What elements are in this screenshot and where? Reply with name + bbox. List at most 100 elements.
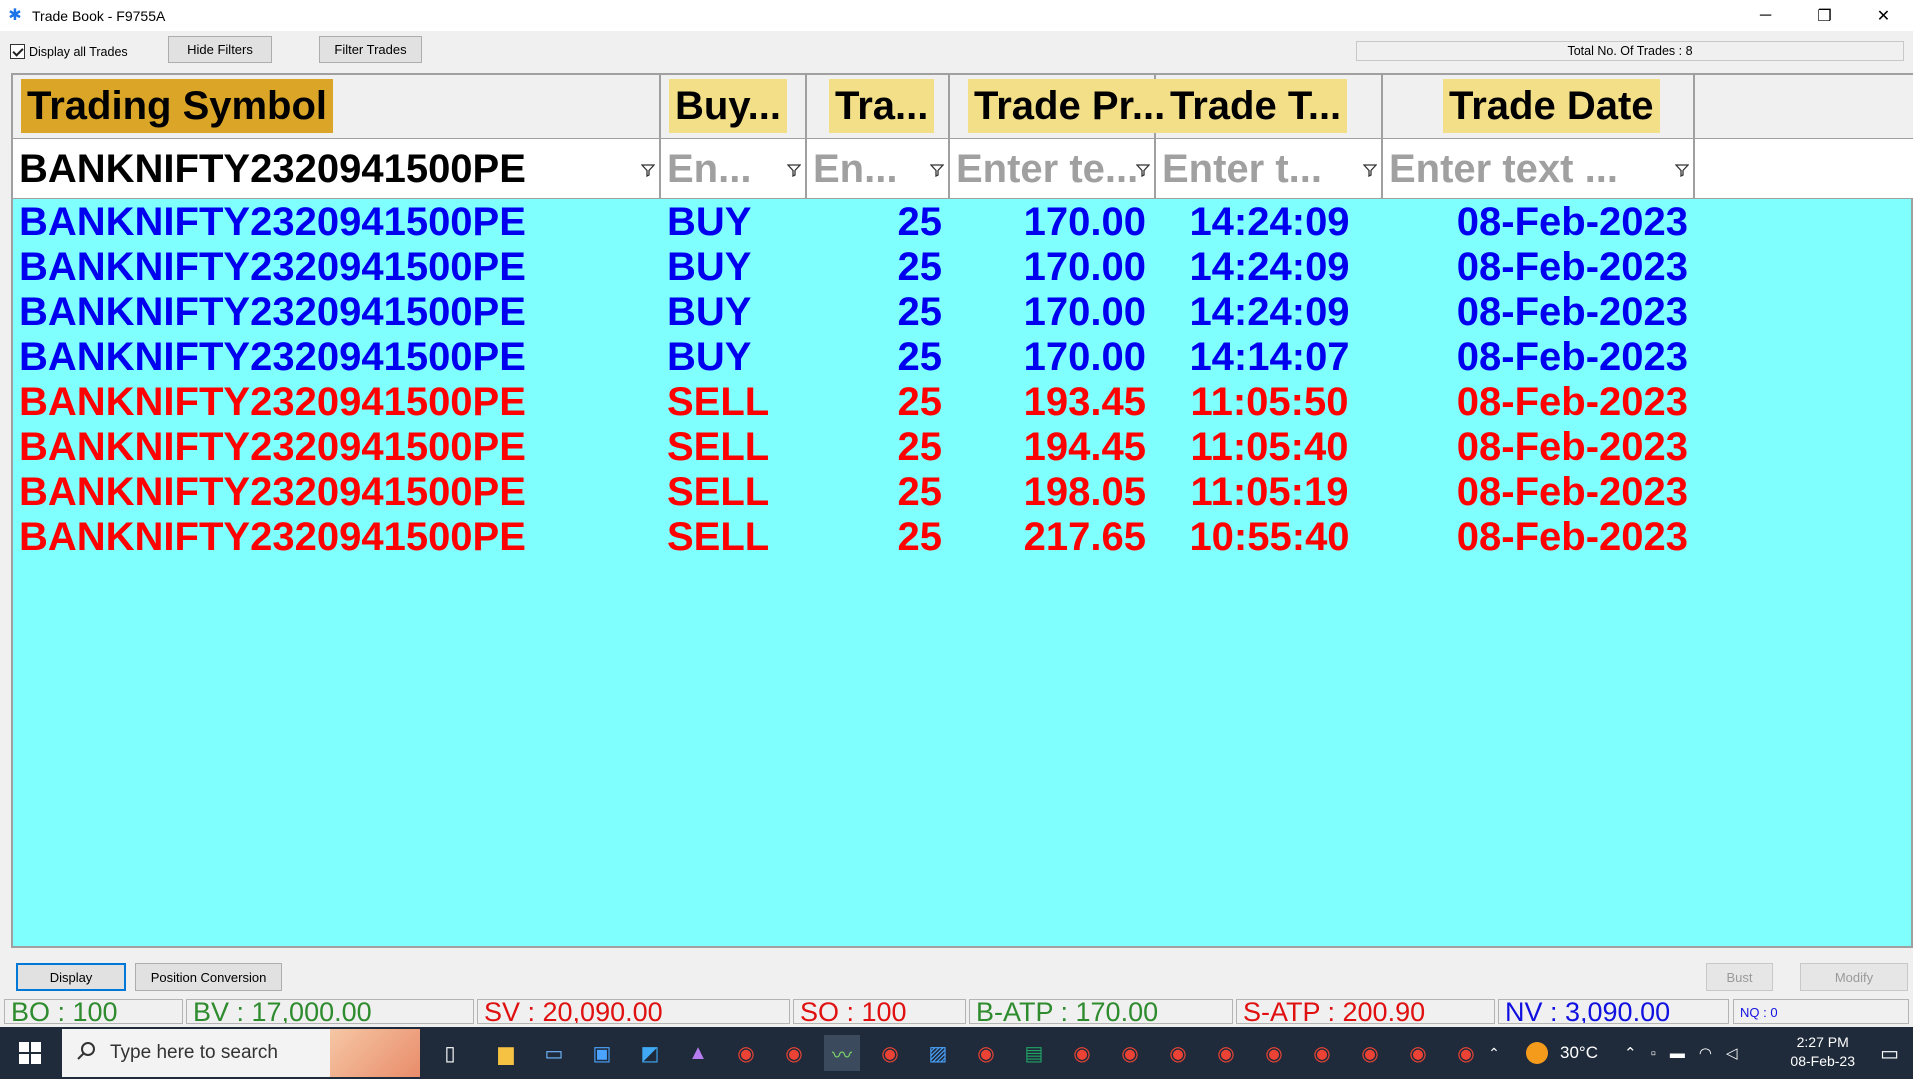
app-icon-laptop[interactable]: ▭ bbox=[536, 1035, 572, 1071]
minimize-button[interactable]: ─ bbox=[1736, 0, 1795, 31]
cell-qty: 25 bbox=[897, 290, 943, 334]
trading-app-icon[interactable]: 〰 bbox=[824, 1035, 860, 1071]
qty-filter-input[interactable]: En... bbox=[807, 139, 950, 198]
battery-icon[interactable]: ▬ bbox=[1670, 1045, 1685, 1062]
cell-symbol: BANKNIFTY2320941500PE bbox=[19, 470, 526, 514]
table-row[interactable]: BANKNIFTY2320941500PE SELL 25 217.65 10:55:4… bbox=[13, 515, 1913, 560]
column-header-trade-price[interactable]: Trade Pr... bbox=[950, 75, 1172, 139]
symbol-filter-input[interactable]: BANKNIFTY2320941500PE bbox=[13, 139, 661, 198]
display-button[interactable]: Display bbox=[16, 963, 126, 991]
column-header-trading-symbol[interactable]: Trading Symbol bbox=[13, 75, 661, 139]
filter-icon[interactable] bbox=[1362, 163, 1378, 178]
filter-icon[interactable] bbox=[1674, 163, 1690, 178]
cell-qty: 25 bbox=[897, 200, 943, 244]
cell-date: 08-Feb-2023 bbox=[1456, 200, 1688, 244]
volume-icon[interactable]: ◁ bbox=[1726, 1044, 1738, 1062]
file-explorer-icon[interactable]: ▆ bbox=[488, 1035, 524, 1071]
photos-icon[interactable]: ▨ bbox=[920, 1035, 956, 1071]
cell-price: 170.00 bbox=[1023, 200, 1146, 244]
column-header-trade-qty[interactable]: Tra... bbox=[807, 75, 950, 139]
table-row[interactable]: BANKNIFTY2320941500PE SELL 25 198.05 11:05:1… bbox=[13, 470, 1913, 515]
table-row[interactable]: BANKNIFTY2320941500PE SELL 25 193.45 11:05:5… bbox=[13, 380, 1913, 425]
filter-icon[interactable] bbox=[929, 163, 945, 178]
chrome-icon[interactable]: ◉ bbox=[1304, 1035, 1340, 1071]
chrome-icon[interactable]: ◉ bbox=[1208, 1035, 1244, 1071]
bust-button[interactable]: Bust bbox=[1706, 963, 1773, 991]
cell-time: 10:55:40 bbox=[1189, 515, 1350, 559]
taskbar-scroll-icon[interactable]: ⌃ bbox=[1476, 1035, 1512, 1071]
position-conversion-button[interactable]: Position Conversion bbox=[135, 963, 282, 991]
chrome-icon[interactable]: ◉ bbox=[728, 1035, 764, 1071]
symbol-filter-value: BANKNIFTY2320941500PE bbox=[19, 147, 526, 191]
app-icon-triangle[interactable]: ▲ bbox=[680, 1035, 716, 1071]
search-icon bbox=[76, 1041, 96, 1066]
column-header-label: Buy... bbox=[669, 79, 787, 133]
column-header-trade-time[interactable]: Trade T... bbox=[1156, 75, 1383, 139]
close-button[interactable]: ✕ bbox=[1854, 0, 1913, 31]
cell-qty: 25 bbox=[897, 425, 943, 469]
weather-widget[interactable]: 30°C bbox=[1526, 1027, 1598, 1079]
display-all-trades-label: Display all Trades bbox=[29, 44, 128, 59]
chrome-icon[interactable]: ◉ bbox=[1160, 1035, 1196, 1071]
cell-date: 08-Feb-2023 bbox=[1456, 335, 1688, 379]
cell-side: SELL bbox=[667, 380, 770, 424]
notification-icon[interactable]: ▭ bbox=[1880, 1027, 1899, 1079]
chrome-icon[interactable]: ◉ bbox=[968, 1035, 1004, 1071]
chrome-icon[interactable]: ◉ bbox=[776, 1035, 812, 1071]
chrome-icon[interactable]: ◉ bbox=[1256, 1035, 1292, 1071]
time-filter-input[interactable]: Enter t... bbox=[1156, 139, 1383, 198]
chrome-icon[interactable]: ◉ bbox=[1064, 1035, 1100, 1071]
table-row[interactable]: BANKNIFTY2320941500PE BUY 25 170.00 14:24:09… bbox=[13, 200, 1913, 245]
date-filter-placeholder: Enter text ... bbox=[1389, 147, 1618, 191]
chrome-icon[interactable]: ◉ bbox=[1112, 1035, 1148, 1071]
table-row[interactable]: BANKNIFTY2320941500PE SELL 25 194.45 11:05:4… bbox=[13, 425, 1913, 470]
meet-now-icon[interactable]: ▫ bbox=[1651, 1045, 1656, 1062]
cell-symbol: BANKNIFTY2320941500PE bbox=[19, 515, 526, 559]
cell-price: 170.00 bbox=[1023, 335, 1146, 379]
table-row[interactable]: BANKNIFTY2320941500PE BUY 25 170.00 14:24:09… bbox=[13, 290, 1913, 335]
modify-button[interactable]: Modify bbox=[1800, 963, 1908, 991]
hide-filters-button[interactable]: Hide Filters bbox=[168, 36, 272, 63]
filter-icon[interactable] bbox=[640, 163, 656, 178]
title-bar: ✱ Trade Book - F9755A ─ ❐ ✕ bbox=[0, 0, 1913, 31]
chevron-up-icon[interactable]: ⌃ bbox=[1624, 1044, 1637, 1062]
price-filter-input[interactable]: Enter te... bbox=[950, 139, 1156, 198]
column-header-buy-sell[interactable]: Buy... bbox=[661, 75, 807, 139]
clock[interactable]: 2:27 PM 08-Feb-23 bbox=[1790, 1033, 1855, 1071]
chrome-icon[interactable]: ◉ bbox=[872, 1035, 908, 1071]
cell-qty: 25 bbox=[897, 380, 943, 424]
filter-icon[interactable] bbox=[786, 163, 802, 178]
chrome-icon[interactable]: ◉ bbox=[1352, 1035, 1388, 1071]
buy-value-stat: BV : 17,000.00 bbox=[186, 999, 474, 1024]
cell-price: 193.45 bbox=[1023, 380, 1146, 424]
date-filter-input[interactable]: Enter text ... bbox=[1383, 139, 1695, 198]
maximize-button[interactable]: ❐ bbox=[1795, 0, 1854, 31]
column-header-label: Trading Symbol bbox=[21, 79, 334, 133]
buy-sell-filter-input[interactable]: En... bbox=[661, 139, 807, 198]
cell-time: 11:05:19 bbox=[1190, 470, 1349, 514]
wifi-icon[interactable]: ◠ bbox=[1699, 1044, 1712, 1062]
app-icon-store[interactable]: ▣ bbox=[584, 1035, 620, 1071]
cell-side: BUY bbox=[667, 200, 752, 244]
qty-filter-placeholder: En... bbox=[813, 147, 898, 191]
windows-start-icon[interactable] bbox=[0, 1027, 60, 1079]
chrome-icon[interactable]: ◉ bbox=[1400, 1035, 1436, 1071]
table-row[interactable]: BANKNIFTY2320941500PE BUY 25 170.00 14:24:09… bbox=[13, 245, 1913, 290]
display-all-trades-checkbox[interactable]: Display all Trades bbox=[10, 44, 128, 59]
task-view-icon[interactable]: ▯ bbox=[432, 1035, 468, 1071]
total-trades-count: Total No. Of Trades : 8 bbox=[1356, 41, 1904, 61]
status-bar: BO : 100 BV : 17,000.00 SV : 20,090.00 S… bbox=[0, 998, 1913, 1026]
excel-icon[interactable]: ▤ bbox=[1016, 1035, 1052, 1071]
checkbox-checked-icon[interactable] bbox=[10, 44, 25, 59]
app-icon-blue[interactable]: ◩ bbox=[632, 1035, 668, 1071]
search-placeholder: Type here to search bbox=[110, 1042, 278, 1063]
cell-date: 08-Feb-2023 bbox=[1456, 245, 1688, 289]
filter-icon[interactable] bbox=[1135, 163, 1151, 178]
cell-side: SELL bbox=[667, 425, 770, 469]
filter-trades-button[interactable]: Filter Trades bbox=[319, 36, 422, 63]
table-row[interactable]: BANKNIFTY2320941500PE BUY 25 170.00 14:14:07… bbox=[13, 335, 1913, 380]
taskbar-search-box[interactable]: Type here to search bbox=[62, 1029, 420, 1077]
clock-date: 08-Feb-23 bbox=[1790, 1053, 1855, 1069]
column-header-trade-date[interactable]: Trade Date bbox=[1383, 75, 1695, 139]
cell-date: 08-Feb-2023 bbox=[1456, 290, 1688, 334]
